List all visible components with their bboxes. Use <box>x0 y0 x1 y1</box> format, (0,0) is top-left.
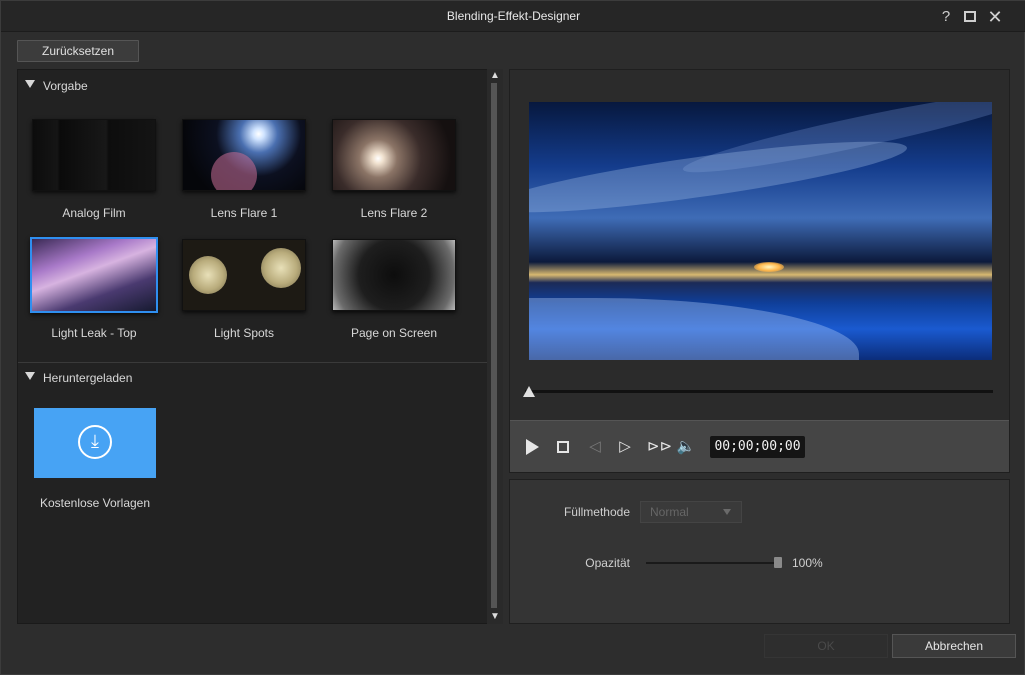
next-frame-icon[interactable]: ▷ <box>615 437 635 457</box>
scroll-thumb[interactable] <box>491 83 497 608</box>
previous-frame-icon[interactable]: ◁ <box>585 437 605 457</box>
preset-tile-analog-film[interactable]: Analog Film <box>30 119 158 229</box>
section-header-presets[interactable]: Vorgabe <box>18 74 488 98</box>
preset-label: Analog Film <box>62 206 126 220</box>
stop-icon[interactable] <box>553 437 573 457</box>
title-bar: Blending-Effekt-Designer ? ✕ <box>1 1 1025 32</box>
fast-forward-icon[interactable]: ⊳⊳ <box>647 437 672 457</box>
preset-label: Light Leak - Top <box>51 326 137 340</box>
preset-tile-lens-flare-2[interactable]: Lens Flare 2 <box>330 119 458 229</box>
opacity-slider-thumb[interactable] <box>774 557 782 568</box>
free-templates-label: Kostenlose Vorlagen <box>39 496 151 510</box>
timecode-display: 00;00;00;00 <box>710 436 805 458</box>
preview-panel: ◁ ▷ ⊳⊳ 🔈 00;00;00;00 <box>509 69 1010 473</box>
preset-label: Lens Flare 2 <box>360 206 428 220</box>
preset-thumbnail[interactable] <box>182 239 306 311</box>
preset-tile-page-on-screen[interactable]: Page on Screen <box>330 239 458 349</box>
download-icon: ⤓ <box>78 425 112 459</box>
maximize-icon[interactable] <box>961 8 979 26</box>
preset-label: Page on Screen <box>350 326 438 340</box>
scroll-up-arrow-icon[interactable]: ▲ <box>488 70 502 82</box>
cancel-button[interactable]: Abbrechen <box>892 634 1016 658</box>
timeline-scrubber[interactable] <box>523 386 535 397</box>
play-icon[interactable] <box>522 437 542 457</box>
preview-area <box>510 70 1009 420</box>
preset-label: Lens Flare 1 <box>210 206 278 220</box>
reset-button[interactable]: Zurücksetzen <box>17 40 139 62</box>
scroll-down-arrow-icon[interactable]: ▼ <box>488 611 502 623</box>
properties-panel: Füllmethode Normal Opazität 100% <box>509 479 1010 624</box>
blend-mode-value: Normal <box>650 505 689 519</box>
collapse-triangle-icon[interactable] <box>25 372 35 380</box>
free-templates-thumbnail[interactable]: ⤓ <box>34 408 156 478</box>
preset-label: Light Spots <box>213 326 275 340</box>
preset-thumbnail[interactable] <box>182 119 306 191</box>
preset-tile-light-spots[interactable]: Light Spots <box>180 239 308 349</box>
section-divider <box>18 362 488 363</box>
volume-icon[interactable]: 🔈 <box>676 437 696 457</box>
collapse-triangle-icon[interactable] <box>25 80 35 88</box>
free-templates-tile[interactable]: ⤓ Kostenlose Vorlagen <box>34 408 162 518</box>
dialog-window: Blending-Effekt-Designer ? ✕ Zurücksetze… <box>0 0 1025 675</box>
preset-thumbnail-selected[interactable] <box>30 237 158 313</box>
help-icon[interactable]: ? <box>937 8 955 26</box>
blend-mode-select[interactable]: Normal <box>640 501 742 523</box>
timeline-track[interactable] <box>525 390 993 393</box>
preset-thumbnail[interactable] <box>32 119 156 191</box>
opacity-value: 100% <box>792 556 823 570</box>
preset-tile-lens-flare-1[interactable]: Lens Flare 1 <box>180 119 308 229</box>
preset-thumbnail[interactable] <box>332 239 456 311</box>
close-icon[interactable]: ✕ <box>986 8 1004 26</box>
ok-button[interactable]: OK <box>764 634 888 658</box>
blend-mode-label: Füllmethode <box>563 505 630 519</box>
window-title: Blending-Effekt-Designer <box>446 9 581 23</box>
playback-controls: ◁ ▷ ⊳⊳ 🔈 00;00;00;00 <box>510 420 1009 472</box>
chevron-down-icon <box>723 509 731 515</box>
section-header-downloaded[interactable]: Heruntergeladen <box>18 366 488 390</box>
section-label-downloaded: Heruntergeladen <box>43 371 133 385</box>
effects-scrollbar[interactable]: ▲ ▼ <box>487 69 503 624</box>
preset-tile-light-leak-top[interactable]: Light Leak - Top <box>30 237 158 349</box>
preview-video <box>529 102 992 360</box>
preset-thumbnail[interactable] <box>332 119 456 191</box>
effects-panel: Vorgabe Analog Film Lens Flare 1 Lens Fl… <box>17 69 503 624</box>
section-label-presets: Vorgabe <box>43 79 88 93</box>
opacity-slider-track[interactable] <box>646 562 779 564</box>
opacity-label: Opazität <box>585 556 630 570</box>
